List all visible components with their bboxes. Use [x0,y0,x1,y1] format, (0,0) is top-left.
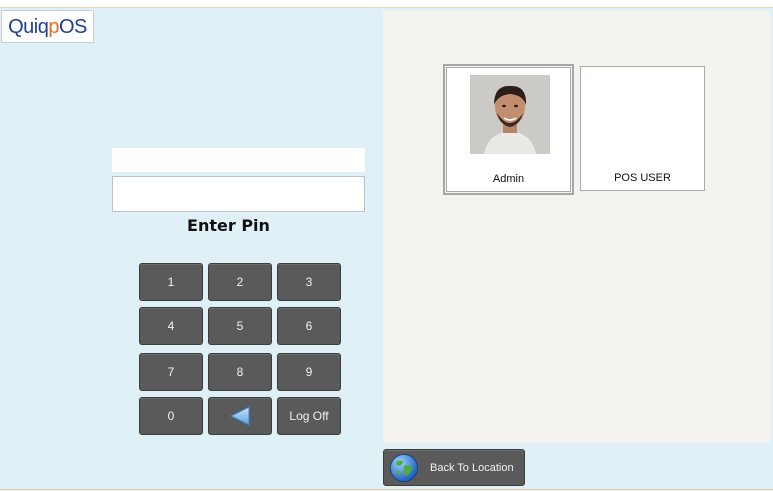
pin-input[interactable] [112,176,365,212]
keypad-4-button[interactable]: 4 [139,307,203,345]
log-off-button[interactable]: Log Off [277,397,341,435]
keypad-0-button[interactable]: 0 [139,397,203,435]
keypad-3-button[interactable]: 3 [277,263,341,301]
admin-avatar [470,75,550,154]
enter-pin-label: Enter Pin [187,216,270,235]
back-to-location-button[interactable]: Back To Location [383,449,525,486]
logo-text-part3: OS [58,15,87,38]
user-card-admin[interactable]: Admin [443,64,574,195]
quiqpos-logo: Quiq p OS [1,10,94,43]
keypad-2-button[interactable]: 2 [208,263,272,301]
keypad-1-button[interactable]: 1 [139,263,203,301]
keypad-8-button[interactable]: 8 [208,353,272,391]
back-to-location-label: Back To Location [430,461,514,474]
user-name-admin: Admin [492,173,525,185]
logo-text-part2: p [48,15,59,38]
keypad-6-button[interactable]: 6 [277,307,341,345]
user-name-pos-user: POS USER [614,172,671,184]
user-selection-panel: Admin POS USER [383,11,770,443]
pin-display-field [112,148,365,172]
user-card-pos-user[interactable]: POS USER [580,66,705,191]
keypad-9-button[interactable]: 9 [277,353,341,391]
window-top-strip [0,0,773,8]
left-arrow-icon [229,406,250,426]
logo-text-part1: Quiq [8,15,49,38]
globe-icon [390,453,418,482]
backspace-button[interactable] [208,397,272,435]
keypad-5-button[interactable]: 5 [208,307,272,345]
keypad-7-button[interactable]: 7 [139,353,203,391]
